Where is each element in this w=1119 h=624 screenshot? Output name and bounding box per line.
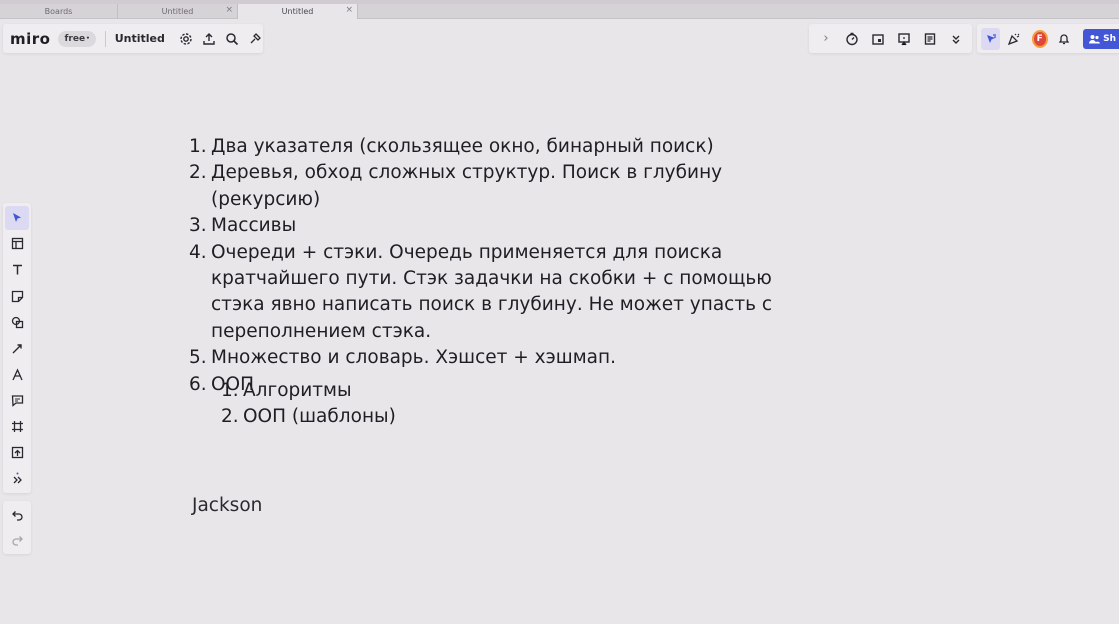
board-text-block[interactable]: 1. Два указателя (скользящее окно, бинарн… [189, 134, 829, 398]
browser-tab-strip: Boards Untitled × Untitled × [0, 4, 1119, 19]
board-title[interactable]: Untitled [115, 32, 165, 45]
cursor-icon[interactable] [981, 27, 1001, 50]
list-item-text: Очереди + стэки. Очередь применяется для… [211, 241, 773, 342]
list-item-text: Массивы [211, 215, 297, 237]
miro-logo[interactable]: miro [10, 30, 50, 48]
more-icon[interactable] [945, 28, 967, 50]
list-item: 4. Очереди + стэки. Очередь применяется д… [189, 240, 809, 346]
upload-icon[interactable] [5, 441, 29, 465]
list-item-text: Множество и словарь. Хэшсет + хэшмап. [211, 347, 616, 369]
redo-icon[interactable] [5, 528, 29, 552]
list-number: 1. [189, 136, 207, 157]
undo-icon[interactable] [5, 503, 29, 527]
list-item: 2. Деревья, обход сложных структур. Поиск… [189, 160, 829, 213]
collaboration-bar: F Sh [977, 24, 1119, 53]
list-number: 2. [189, 162, 207, 184]
list-item: 1. Два указателя (скользящее окно, бинарн… [189, 134, 829, 160]
list-number: 5. [189, 347, 207, 369]
shapes-icon[interactable] [5, 310, 29, 334]
name-text[interactable]: Jackson [192, 495, 262, 516]
present-icon[interactable] [893, 28, 915, 50]
share-label: Sh [1103, 33, 1117, 44]
text-icon[interactable] [5, 258, 29, 282]
list-number: 3. [189, 215, 207, 237]
tab-untitled-1[interactable]: Untitled × [118, 4, 238, 19]
list-item: 1. Алгоритмы [221, 378, 621, 404]
plan-badge[interactable]: free • [58, 30, 96, 47]
apps-icon[interactable] [248, 30, 263, 48]
avatar[interactable]: F [1031, 29, 1048, 48]
list-item-text: Деревья, обход сложных структур. Поиск в… [211, 162, 723, 210]
tab-label: Boards [44, 7, 73, 16]
sub-list: 1. Алгоритмы 2. ООП (шаблоны) [221, 378, 621, 431]
frame-icon[interactable] [5, 415, 29, 439]
close-icon[interactable]: × [345, 5, 353, 15]
main-list: 1. Два указателя (скользящее окно, бинарн… [189, 134, 829, 398]
search-icon[interactable] [225, 30, 240, 48]
tab-label: Untitled [281, 7, 314, 16]
board-sub-list[interactable]: 1. Алгоритмы 2. ООП (шаблоны) [221, 378, 621, 431]
divider [104, 30, 106, 47]
list-item: 2. ООП (шаблоны) [221, 404, 621, 430]
connection-line-icon[interactable] [5, 336, 29, 360]
bell-icon[interactable] [1054, 28, 1073, 50]
list-number: 6. [189, 373, 207, 395]
list-number: 2. [221, 406, 239, 428]
select-icon[interactable] [5, 206, 29, 230]
comment-icon[interactable] [5, 389, 29, 413]
celebrate-icon[interactable] [1004, 28, 1023, 50]
more-tools-icon[interactable] [5, 467, 29, 491]
timer-icon[interactable] [841, 28, 863, 50]
tab-label: Untitled [161, 7, 194, 16]
notes-icon[interactable] [919, 28, 941, 50]
list-number: 4. [189, 241, 207, 263]
list-number: 1. [221, 380, 239, 401]
undo-redo-bar [3, 501, 31, 554]
board-card-icon[interactable] [867, 28, 889, 50]
tab-untitled-2[interactable]: Untitled × [238, 4, 358, 19]
board-tools-bar: › [809, 24, 972, 53]
templates-icon[interactable] [5, 232, 29, 256]
list-item: 5. Множество и словарь. Хэшсет + хэшмап. [189, 345, 829, 371]
settings-icon[interactable] [179, 30, 194, 48]
board-header: miro free • Untitled [3, 24, 263, 53]
close-icon[interactable]: × [225, 5, 233, 15]
list-item-text: Два указателя (скользящее окно, бинарный… [211, 136, 714, 157]
upload-icon[interactable] [202, 30, 217, 48]
tab-boards[interactable]: Boards [0, 4, 118, 19]
list-item-text: ООП (шаблоны) [243, 406, 396, 428]
chevron-right-icon[interactable]: › [815, 28, 837, 50]
plan-badge-label: free [64, 33, 86, 44]
list-item-text: Алгоритмы [243, 380, 352, 401]
list-item: 3. Массивы [189, 213, 829, 239]
sticky-note-icon[interactable] [5, 284, 29, 308]
creation-toolbar [3, 203, 31, 493]
share-button[interactable]: Sh [1083, 28, 1119, 49]
pen-icon[interactable] [5, 363, 29, 387]
